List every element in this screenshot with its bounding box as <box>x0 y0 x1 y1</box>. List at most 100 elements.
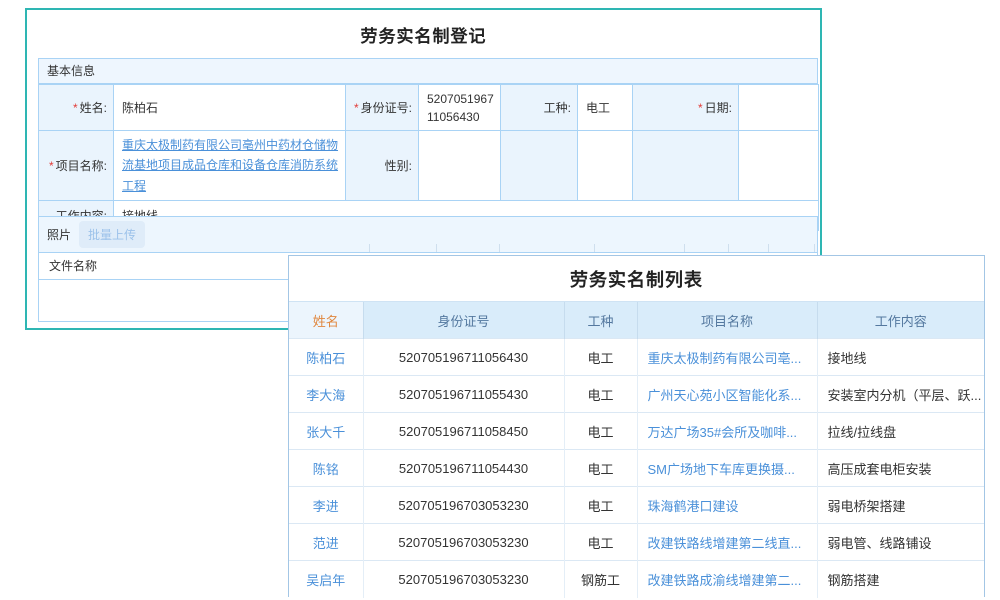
grid-line <box>768 244 769 252</box>
empty-value-cell <box>578 131 633 201</box>
labor-list-table: 姓名 身份证号 工种 项目名称 工作内容 陈柏石 520705196711056… <box>289 301 984 598</box>
content-cell: 钢筋搭建 <box>817 561 984 598</box>
basic-info-section-header: 基本信息 <box>38 58 818 84</box>
worktype-cell: 电工 <box>564 524 637 561</box>
header-worktype[interactable]: 工种 <box>564 302 637 339</box>
photo-label: 照片 <box>47 226 71 243</box>
grid-line <box>499 244 500 252</box>
id-cell: 520705196703053230 <box>363 561 564 598</box>
worker-name-link[interactable]: 陈铭 <box>313 462 339 477</box>
worktype-cell: 电工 <box>564 413 637 450</box>
grid-line <box>814 244 815 252</box>
project-cell: 改建铁路成渝线增建第二... <box>637 561 817 598</box>
grid-line <box>728 244 729 252</box>
id-cell: 520705196703053230 <box>363 487 564 524</box>
empty-label-cell <box>501 131 578 201</box>
name-cell: 陈柏石 <box>289 339 363 376</box>
page: 劳务实名制登记 基本信息 *姓名: 陈柏石 *身份证号: 52070519671… <box>0 0 1000 600</box>
worker-name-link[interactable]: 张大千 <box>306 425 345 440</box>
id-cell: 520705196703053230 <box>363 524 564 561</box>
project-link[interactable]: 重庆太极制药有限公司亳... <box>648 351 802 366</box>
grid-line <box>684 244 685 252</box>
content-cell: 弱电管、线路铺设 <box>817 524 984 561</box>
table-row: 张大千 520705196711058450 电工 万达广场35#会所及咖啡..… <box>289 413 984 450</box>
project-name-label: *项目名称: <box>39 131 114 201</box>
name-cell: 李进 <box>289 487 363 524</box>
table-row: 陈铭 520705196711054430 电工 SM广场地下车库更换摄... … <box>289 450 984 487</box>
id-number-field[interactable]: 520705196711056430 <box>419 85 501 131</box>
gender-field[interactable] <box>419 131 501 201</box>
project-link[interactable]: 改建铁路成渝线增建第二... <box>648 573 802 588</box>
id-number-label: *身份证号: <box>346 85 419 131</box>
project-link[interactable]: 改建铁路线增建第二线直... <box>648 536 802 551</box>
gender-label: 性别: <box>346 131 419 201</box>
content-cell: 安装室内分机（平层、跃... <box>817 376 984 413</box>
basic-info-grid: *姓名: 陈柏石 *身份证号: 520705196711056430 工种: 电… <box>38 84 819 231</box>
project-name-link[interactable]: 重庆太极制药有限公司亳州中药材仓储物流基地项目成品仓库和设备仓库消防系统工程 <box>122 131 345 200</box>
form-title: 劳务实名制登记 <box>27 22 820 47</box>
photo-section-header: 照片 批量上传 <box>39 217 817 253</box>
basic-info-section: 基本信息 *姓名: 陈柏石 *身份证号: 520705196711056430 … <box>38 58 818 231</box>
required-mark: * <box>49 159 54 173</box>
list-panel: 劳务实名制列表 姓名 身份证号 工种 项目名称 工作内容 陈柏石 5207051… <box>288 255 985 597</box>
empty-value-cell <box>739 131 819 201</box>
header-name[interactable]: 姓名 <box>289 302 363 339</box>
worktype-cell: 电工 <box>564 339 637 376</box>
project-link[interactable]: 万达广场35#会所及咖啡... <box>648 425 798 440</box>
name-cell: 李大海 <box>289 376 363 413</box>
date-label: *日期: <box>633 85 739 131</box>
worktype-label: 工种: <box>501 85 578 131</box>
name-label: *姓名: <box>39 85 114 131</box>
table-header-row: 姓名 身份证号 工种 项目名称 工作内容 <box>289 302 984 339</box>
project-cell: 改建铁路线增建第二线直... <box>637 524 817 561</box>
id-cell: 520705196711058450 <box>363 413 564 450</box>
project-cell: 珠海鹤港口建设 <box>637 487 817 524</box>
worker-name-link[interactable]: 李进 <box>313 499 339 514</box>
content-cell: 高压成套电柜安装 <box>817 450 984 487</box>
project-cell: SM广场地下车库更换摄... <box>637 450 817 487</box>
required-mark: * <box>354 101 359 115</box>
worker-name-link[interactable]: 范进 <box>313 536 339 551</box>
table-row: 吴启年 520705196703053230 钢筋工 改建铁路成渝线增建第二..… <box>289 561 984 598</box>
worktype-cell: 电工 <box>564 376 637 413</box>
name-cell: 吴启年 <box>289 561 363 598</box>
project-cell: 重庆太极制药有限公司亳... <box>637 339 817 376</box>
header-work-content[interactable]: 工作内容 <box>817 302 984 339</box>
project-link[interactable]: SM广场地下车库更换摄... <box>648 462 795 477</box>
worker-name-link[interactable]: 吴启年 <box>306 573 345 588</box>
table-row: 范进 520705196703053230 电工 改建铁路线增建第二线直... … <box>289 524 984 561</box>
worktype-field[interactable]: 电工 <box>578 85 633 131</box>
project-name-cell: 重庆太极制药有限公司亳州中药材仓储物流基地项目成品仓库和设备仓库消防系统工程 <box>114 131 346 201</box>
header-project-name[interactable]: 项目名称 <box>637 302 817 339</box>
worktype-cell: 钢筋工 <box>564 561 637 598</box>
worker-name-link[interactable]: 陈柏石 <box>306 351 345 366</box>
grid-line <box>436 244 437 252</box>
name-cell: 张大千 <box>289 413 363 450</box>
table-row: 李大海 520705196711055430 电工 广州天心苑小区智能化系...… <box>289 376 984 413</box>
name-cell: 陈铭 <box>289 450 363 487</box>
grid-line <box>369 244 370 252</box>
grid-line <box>594 244 595 252</box>
list-title: 劳务实名制列表 <box>289 256 984 301</box>
id-cell: 520705196711056430 <box>363 339 564 376</box>
required-mark: * <box>698 101 703 115</box>
content-cell: 接地线 <box>817 339 984 376</box>
id-cell: 520705196711055430 <box>363 376 564 413</box>
header-id-number[interactable]: 身份证号 <box>363 302 564 339</box>
project-link[interactable]: 珠海鹤港口建设 <box>648 499 739 514</box>
name-cell: 范进 <box>289 524 363 561</box>
table-row: 李进 520705196703053230 电工 珠海鹤港口建设 弱电桥架搭建 <box>289 487 984 524</box>
project-link[interactable]: 广州天心苑小区智能化系... <box>648 388 802 403</box>
content-cell: 弱电桥架搭建 <box>817 487 984 524</box>
required-mark: * <box>73 101 78 115</box>
name-field[interactable]: 陈柏石 <box>114 85 346 131</box>
worktype-cell: 电工 <box>564 487 637 524</box>
project-cell: 广州天心苑小区智能化系... <box>637 376 817 413</box>
empty-label-cell <box>633 131 739 201</box>
id-cell: 520705196711054430 <box>363 450 564 487</box>
date-field[interactable] <box>739 85 819 131</box>
batch-upload-button[interactable]: 批量上传 <box>79 221 145 248</box>
worker-name-link[interactable]: 李大海 <box>306 388 345 403</box>
table-row: 陈柏石 520705196711056430 电工 重庆太极制药有限公司亳...… <box>289 339 984 376</box>
worktype-cell: 电工 <box>564 450 637 487</box>
